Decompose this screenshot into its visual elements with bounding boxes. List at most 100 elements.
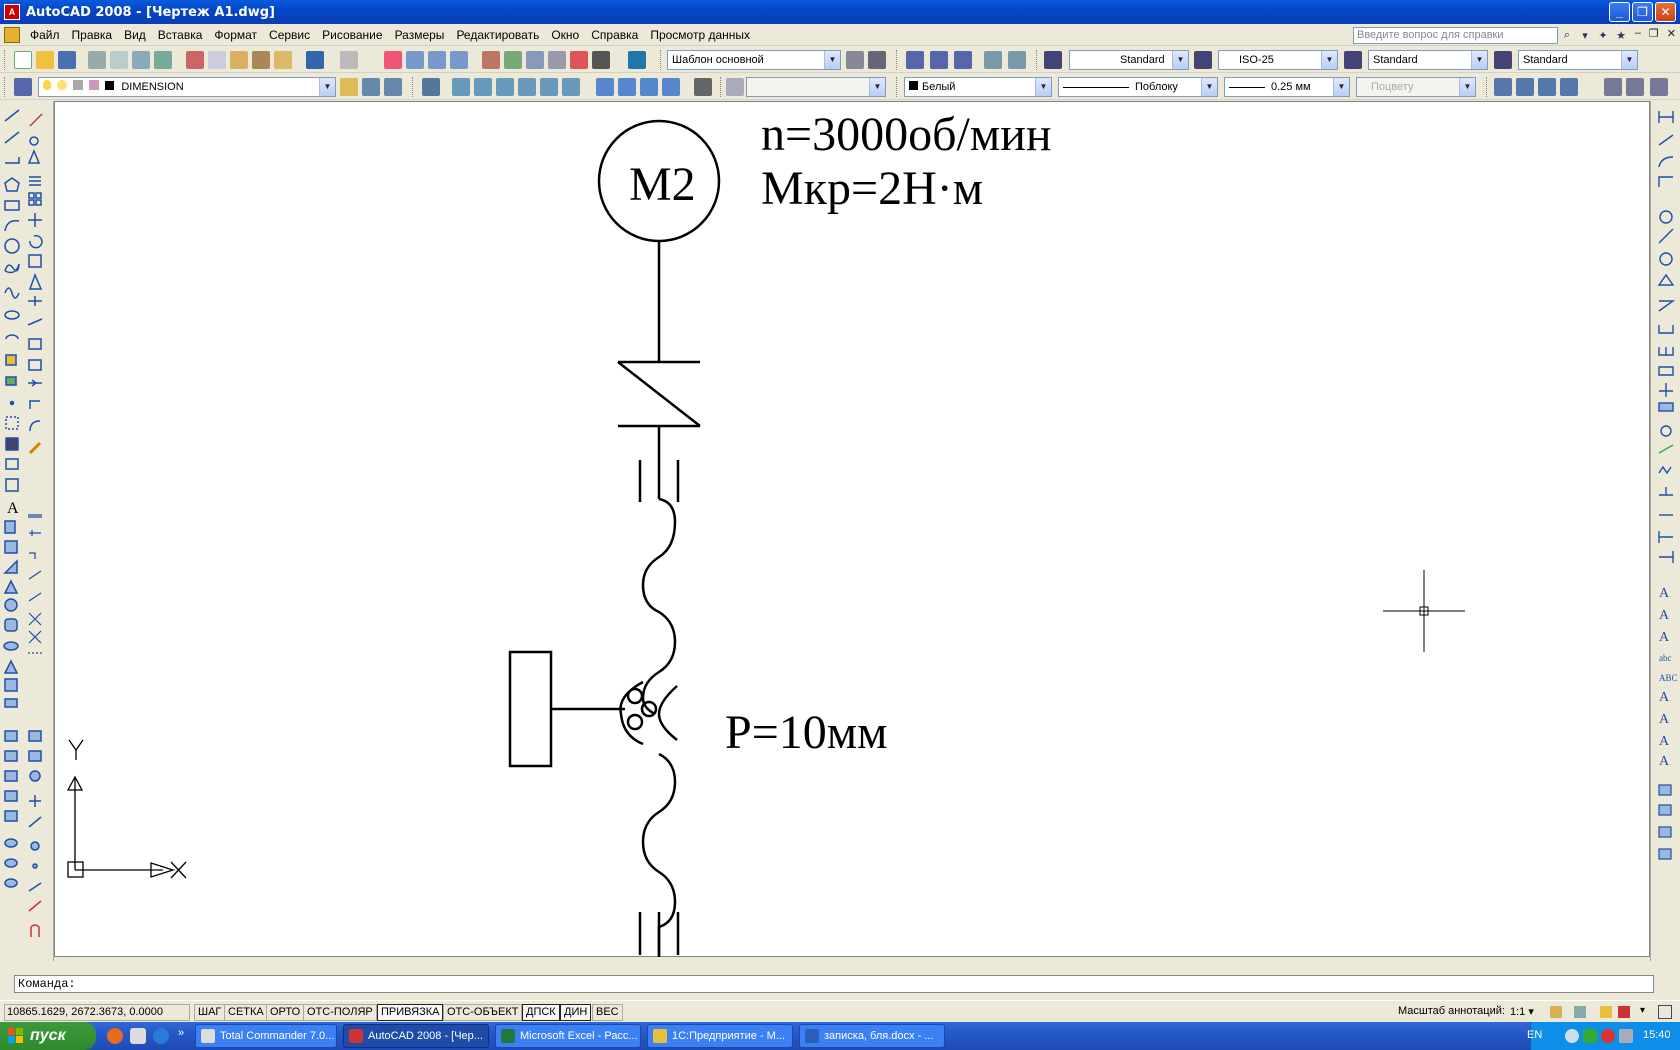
spell-check-icon[interactable]: ABC [1659, 673, 1678, 683]
zoom-previous-icon[interactable] [450, 51, 468, 69]
new-icon[interactable] [14, 51, 32, 69]
orbit-icon-1[interactable] [1494, 78, 1512, 96]
insert-block-icon[interactable] [5, 354, 17, 366]
named-views-icon[interactable] [726, 78, 744, 96]
language-indicator[interactable]: EN [1527, 1029, 1542, 1041]
rectangle-icon[interactable] [4, 200, 20, 211]
ducs-toggle[interactable]: ДПСК [522, 1004, 560, 1021]
erase-icon[interactable] [29, 113, 43, 127]
annotation-scale-value[interactable]: 1:1 ▾ [1510, 1005, 1534, 1018]
pyramid-icon[interactable] [3, 659, 19, 674]
tray-icon-1[interactable] [1565, 1029, 1579, 1043]
communication-center-icon[interactable]: ✦ [1596, 27, 1610, 43]
edit-text-icon[interactable]: A [1659, 630, 1670, 645]
dim-break-icon[interactable] [1659, 383, 1673, 397]
view-back-icon[interactable] [562, 78, 580, 96]
ucs-icon-4[interactable] [28, 592, 42, 602]
polysolid-icon[interactable] [4, 520, 16, 534]
convert-distance-icon[interactable]: A [1659, 754, 1670, 769]
loft-icon[interactable] [4, 810, 18, 822]
center-mark-icon[interactable] [1660, 425, 1672, 437]
view-sw-iso-icon[interactable] [596, 78, 614, 96]
rotate-icon[interactable] [29, 234, 43, 249]
break-icon[interactable] [28, 359, 42, 371]
find-text-icon[interactable]: abc [1659, 653, 1672, 663]
region-icon[interactable] [5, 458, 19, 470]
task-word[interactable]: записка, бля.docx - ... [799, 1024, 945, 1048]
polygon-icon[interactable] [4, 177, 20, 192]
view-ne-iso-icon[interactable] [640, 78, 658, 96]
auto-scale-icon[interactable] [1574, 1006, 1586, 1018]
menu-modify[interactable]: Редактировать [450, 24, 545, 46]
explode-icon[interactable] [28, 441, 42, 455]
publish-icon[interactable] [132, 51, 150, 69]
clock[interactable]: 15:40 [1643, 1029, 1671, 1041]
task-1c[interactable]: 1С:Предприятие - М... [647, 1024, 793, 1048]
chevron-down-icon[interactable]: ▾ [1578, 27, 1592, 43]
camera-icon[interactable] [694, 78, 712, 96]
text-style-select[interactable]: Standard ▼ [1069, 50, 1189, 70]
baseline-dim-icon[interactable] [1658, 325, 1674, 334]
internet-explorer-icon[interactable] [153, 1028, 169, 1044]
view-top-icon[interactable] [452, 78, 470, 96]
markup-icon[interactable] [570, 51, 588, 69]
cylinder-icon[interactable] [4, 618, 18, 632]
task-total-commander[interactable]: Total Commander 7.0... [195, 1024, 337, 1048]
clean-screen-icon[interactable] [1658, 1005, 1672, 1019]
paste-icon[interactable] [230, 51, 248, 69]
tray-icon-3[interactable] [1601, 1029, 1615, 1043]
zoom-realtime-icon[interactable] [406, 51, 424, 69]
drawing-canvas[interactable]: M2 n=3000об/мин Мкр=2Н·м P=10мм [54, 101, 1650, 957]
wedge-icon[interactable] [3, 559, 18, 574]
intersect-icon[interactable] [4, 878, 18, 888]
menu-file[interactable]: Файл [24, 24, 66, 46]
workspace-select[interactable]: Шаблон основной ▼ [667, 50, 841, 70]
view-front-icon[interactable] [540, 78, 558, 96]
layout-icon-2[interactable] [1658, 804, 1672, 816]
linetype-select[interactable]: Поблоку ▼ [1058, 77, 1218, 97]
ucs-icon-6[interactable] [28, 630, 42, 644]
menu-dimension[interactable]: Размеры [389, 24, 451, 46]
revolve-icon[interactable] [4, 790, 18, 802]
trim-icon[interactable] [28, 296, 42, 306]
mtext-icon[interactable]: A [7, 500, 19, 517]
diameter-dim-icon[interactable] [1659, 252, 1673, 266]
join-icon[interactable] [28, 379, 42, 387]
stretch-icon[interactable] [28, 272, 43, 290]
doc-close-button[interactable]: ✕ [1667, 27, 1676, 40]
quicklaunch-app-icon[interactable] [107, 1028, 123, 1044]
sweep-icon[interactable] [4, 770, 18, 782]
favorites-icon[interactable]: ★ [1614, 27, 1628, 43]
menu-view[interactable]: Вид [118, 24, 152, 46]
dim-edit-icon[interactable] [1659, 487, 1673, 496]
gradient-icon[interactable] [5, 437, 19, 451]
ellipse-icon[interactable] [4, 310, 20, 320]
layout-icon-1[interactable] [1658, 784, 1672, 796]
subtract-icon[interactable] [4, 858, 18, 868]
help-icon[interactable] [628, 51, 646, 69]
view-right-icon[interactable] [518, 78, 536, 96]
drawing-svg[interactable]: M2 n=3000об/мин Мкр=2Н·м P=10мм [55, 102, 1651, 958]
pan-icon[interactable] [384, 51, 402, 69]
line-icon[interactable] [4, 109, 20, 122]
orbit-icon-4[interactable] [1560, 78, 1578, 96]
menu-edit[interactable]: Правка [66, 24, 119, 46]
task-autocad[interactable]: AutoCAD 2008 - [Чер... [343, 1024, 489, 1048]
menu-insert[interactable]: Вставка [152, 24, 209, 46]
show-desktop-icon[interactable] [130, 1028, 146, 1044]
coordinates-display[interactable]: 10865.1629, 2672.3673, 0.0000 [4, 1004, 190, 1021]
union-icon[interactable] [4, 838, 18, 848]
polyline-icon[interactable] [5, 157, 20, 164]
3d-array-icon[interactable] [28, 816, 42, 828]
ucs-icon-5[interactable] [28, 612, 42, 626]
zoom-icon[interactable] [1626, 78, 1644, 96]
arc-length-icon[interactable] [1658, 156, 1674, 168]
mtext-right-icon[interactable]: A [1659, 608, 1670, 623]
print-icon[interactable] [88, 51, 106, 69]
minimize-button[interactable]: _ [1609, 2, 1630, 22]
ucs-icon-3[interactable] [28, 570, 42, 580]
view-bottom-icon[interactable] [474, 78, 492, 96]
aligned-dim-icon[interactable] [1658, 134, 1674, 146]
orbit-icon-3[interactable] [1538, 78, 1556, 96]
text-icon[interactable]: A [1659, 586, 1670, 601]
